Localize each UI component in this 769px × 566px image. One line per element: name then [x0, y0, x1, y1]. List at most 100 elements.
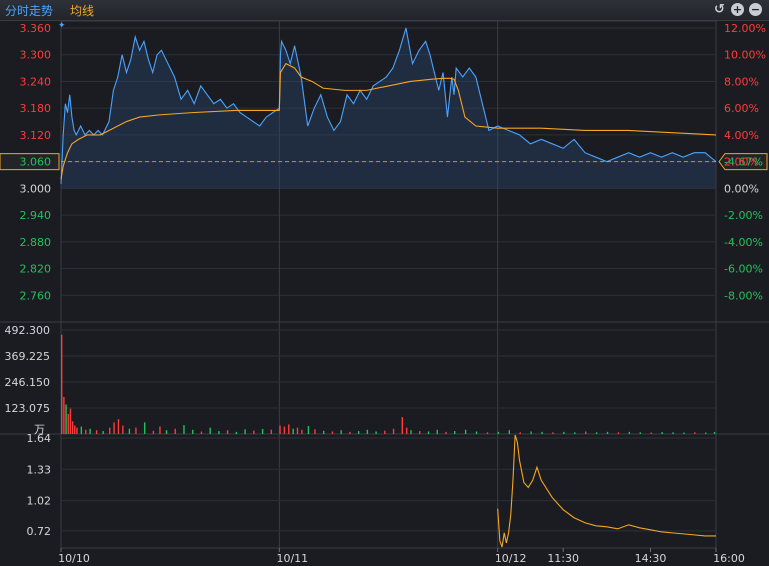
volume-bar	[89, 428, 91, 434]
y-tick-label: 3.300	[20, 49, 52, 62]
volume-tick-label: 123.075	[5, 402, 51, 415]
volume-bar	[323, 430, 325, 434]
volume-bar	[192, 429, 194, 434]
volume-bar	[683, 432, 685, 434]
volume-bar	[595, 432, 598, 434]
indicator-tick-label: 1.33	[27, 463, 52, 476]
x-tick-label: 10/10	[58, 552, 90, 565]
volume-bar	[713, 432, 716, 434]
y-tick-label-percent: -6.00%	[724, 263, 763, 276]
volume-tick-label: 369.225	[5, 350, 51, 363]
volume-bar	[113, 422, 115, 434]
volume-bar	[497, 431, 500, 434]
volume-bar	[331, 431, 334, 434]
volume-bar	[80, 426, 83, 434]
y-tick-label-percent: 6.00%	[724, 102, 759, 115]
y-tick-label: 2.760	[20, 289, 52, 302]
volume-bar	[292, 428, 294, 434]
volume-bar	[419, 431, 421, 434]
volume-bar	[357, 431, 360, 434]
x-tick-label: 14:30	[635, 552, 667, 565]
x-tick-label: 10/12	[495, 552, 527, 565]
volume-bar	[261, 428, 264, 434]
volume-bar	[117, 419, 120, 434]
volume-bar	[340, 430, 342, 434]
volume-bar	[270, 429, 272, 434]
volume-bar	[65, 404, 67, 434]
volume-bar	[375, 431, 377, 434]
volume-bar	[574, 432, 576, 434]
volume-bar	[628, 431, 631, 434]
volume-bar	[508, 430, 510, 434]
volume-bar	[301, 429, 303, 434]
volume-bar	[279, 425, 281, 434]
volume-bar	[366, 429, 369, 434]
y-tick-label: 3.120	[20, 129, 52, 142]
indicator-tick-label: 1.64	[27, 432, 52, 445]
volume-bar	[392, 428, 395, 434]
volume-bar	[475, 431, 478, 434]
volume-bar	[606, 431, 609, 434]
volume-bar	[541, 431, 543, 434]
volume-bar	[244, 429, 246, 434]
y-tick-label: 3.000	[20, 182, 52, 195]
volume-bar	[109, 427, 111, 434]
volume-bar	[563, 431, 565, 434]
volume-bar	[63, 397, 65, 434]
volume-bar	[464, 429, 467, 434]
volume-bar	[661, 432, 663, 434]
volume-bar	[85, 429, 87, 434]
volume-bar	[486, 432, 489, 434]
volume-bar	[283, 426, 286, 434]
y-tick-label-percent: 2.00%	[724, 156, 759, 169]
indicator-tick-label: 0.72	[27, 525, 52, 538]
volume-bar	[349, 431, 351, 434]
volume-bar	[95, 430, 98, 434]
volume-bar	[288, 424, 290, 434]
volume-bar	[183, 425, 185, 434]
volume-bar	[436, 429, 438, 434]
x-tick-label: 16:00	[713, 552, 745, 565]
volume-bar	[174, 428, 176, 434]
volume-bar	[71, 421, 74, 434]
y-tick-label: 2.820	[20, 263, 52, 276]
volume-bar	[384, 430, 386, 434]
volume-bar	[454, 431, 456, 434]
y-tick-label-percent: -8.00%	[724, 289, 763, 302]
y-tick-label-percent: 12.00%	[724, 22, 766, 35]
volume-bar	[200, 431, 203, 434]
volume-bar	[128, 428, 131, 434]
volume-bar	[102, 431, 104, 434]
volume-bar	[152, 430, 155, 434]
volume-bar	[519, 432, 521, 434]
y-tick-label: 3.180	[20, 102, 52, 115]
volume-bar	[226, 430, 229, 434]
y-tick-label: 3.240	[20, 75, 52, 88]
y-tick-label-percent: -4.00%	[724, 236, 763, 249]
volume-bar	[672, 432, 674, 434]
volume-bar	[122, 425, 124, 434]
volume-bar	[427, 431, 430, 434]
volume-bar	[69, 408, 72, 434]
volume-bar	[235, 431, 238, 434]
volume-bar	[76, 427, 78, 434]
current-price-label: 3.060	[20, 156, 52, 169]
volume-bar	[694, 432, 696, 434]
volume-bar	[405, 427, 408, 434]
volume-bar	[410, 430, 412, 434]
volume-bar	[530, 431, 532, 434]
indicator-tick-label: 1.02	[27, 495, 52, 508]
volume-bar	[705, 432, 707, 434]
volume-bar	[552, 432, 554, 434]
volume-bar	[445, 431, 447, 434]
volume-bar	[617, 432, 620, 434]
volume-bar	[253, 430, 255, 434]
y-tick-label: 2.880	[20, 236, 52, 249]
star-marker-icon: ✦	[58, 21, 66, 31]
volume-bar	[74, 425, 76, 434]
volume-bar	[218, 431, 220, 434]
volume-tick-label: 492.300	[5, 324, 51, 337]
y-tick-label: 2.940	[20, 209, 52, 222]
volume-bar	[165, 430, 168, 434]
y-tick-label-percent: 4.00%	[724, 129, 759, 142]
